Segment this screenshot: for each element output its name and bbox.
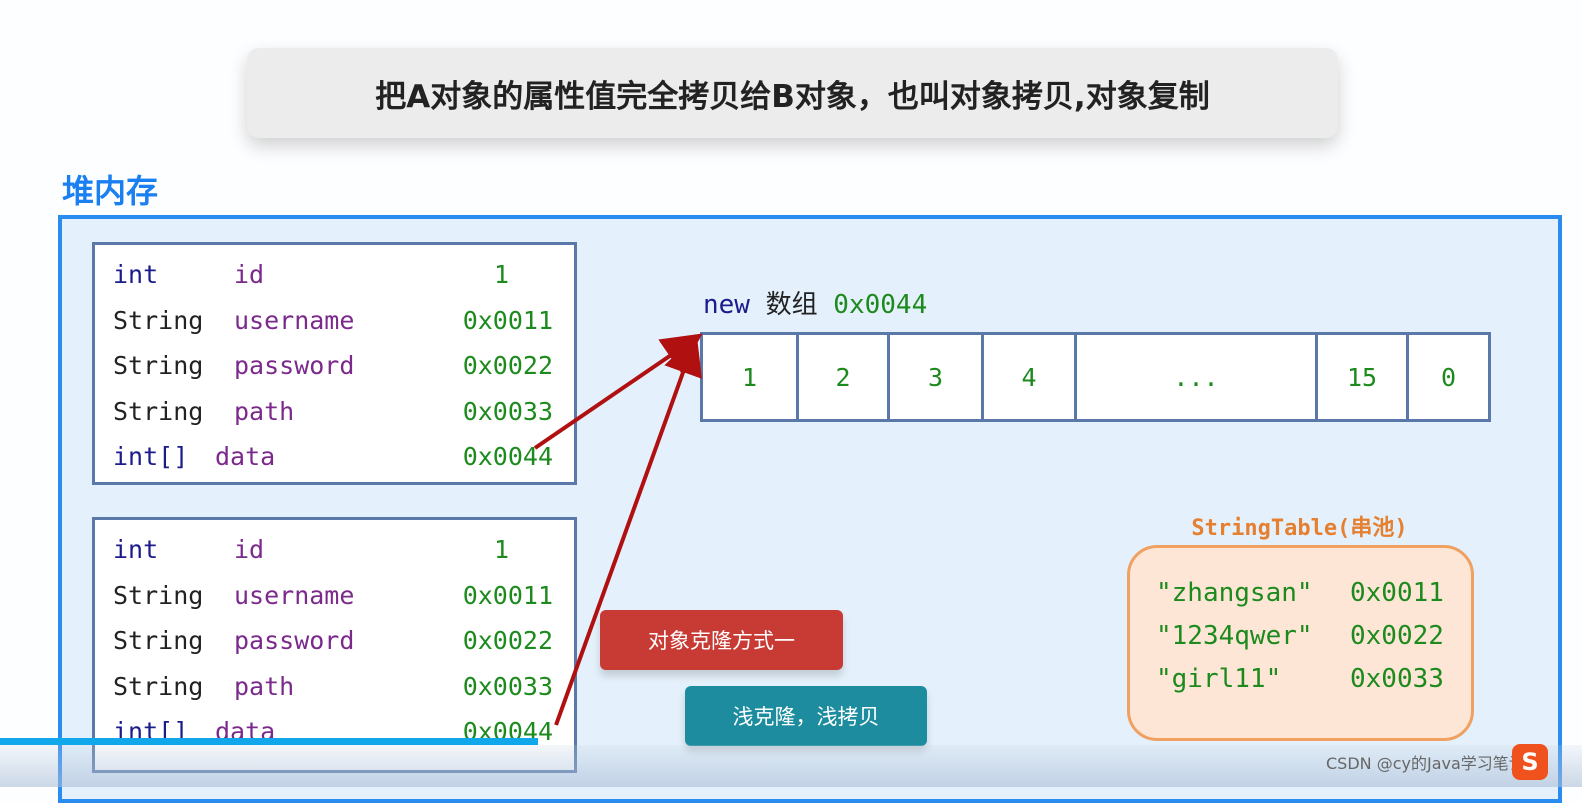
clone-method-button[interactable]: 对象克隆方式一	[600, 610, 843, 670]
csdn-logo-icon: S	[1512, 744, 1548, 780]
video-progress-bar[interactable]	[0, 738, 538, 745]
watermark: CSDN @cy的Java学习笔记	[1326, 754, 1525, 773]
shallow-clone-button[interactable]: 浅克隆，浅拷贝	[685, 686, 927, 746]
arrow-a-to-array	[533, 333, 703, 450]
